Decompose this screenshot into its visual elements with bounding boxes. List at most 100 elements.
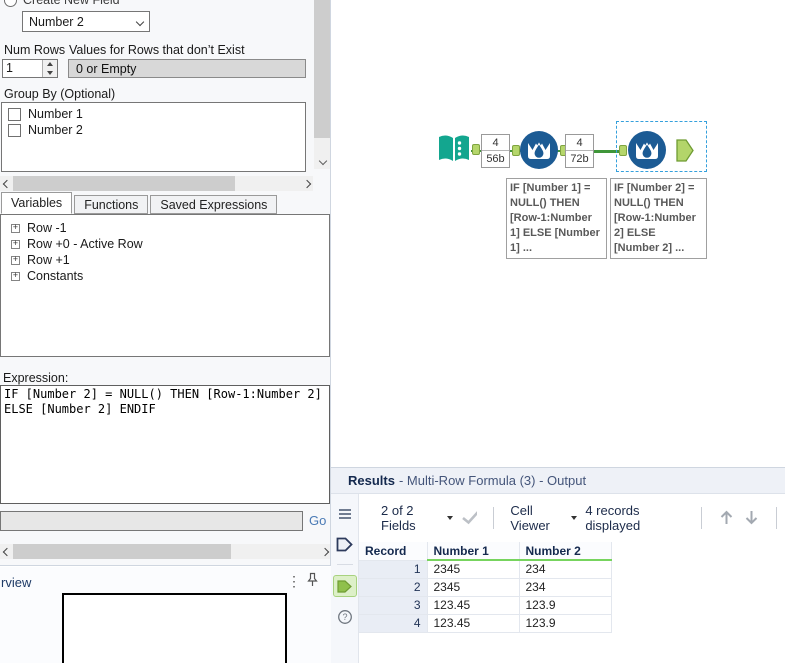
checkbox-icon[interactable]	[8, 123, 21, 137]
scroll-right-button[interactable]	[300, 176, 313, 191]
help-button[interactable]: ?	[334, 607, 356, 627]
values-for-rows-dropdown[interactable]: 0 or Empty	[68, 59, 306, 78]
divider	[701, 506, 703, 529]
output-anchor-button-active[interactable]	[332, 575, 357, 597]
data-cell[interactable]: 123.45	[426, 595, 520, 615]
connection-view-button[interactable]	[334, 534, 356, 554]
scroll-left-button[interactable]	[0, 176, 13, 191]
group-by-option-number1[interactable]: Number 1	[2, 106, 305, 122]
group-by-option-number2[interactable]: Number 2	[2, 122, 305, 138]
checkmark-icon	[461, 511, 478, 525]
scroll-right-button[interactable]	[318, 544, 330, 559]
input-data-tool[interactable]	[435, 130, 473, 168]
go-button[interactable]: Go	[309, 513, 326, 528]
column-header-number2[interactable]: Number 2	[518, 542, 612, 561]
expression-label: Expression:	[3, 371, 69, 385]
multi-row-formula-config-panel: Create New Field Number 2 Num Rows Value…	[0, 0, 331, 566]
tree-item-constants[interactable]: + Constants	[1, 268, 329, 284]
tab-functions[interactable]: Functions	[74, 195, 149, 214]
data-cell[interactable]: 2345	[426, 559, 520, 579]
data-cell[interactable]: 2345	[426, 577, 520, 597]
num-rows-stepper[interactable]: 1	[2, 59, 58, 78]
tree-item-row-minus1[interactable]: + Row -1	[1, 220, 329, 236]
column-header-number1[interactable]: Number 1	[426, 542, 520, 561]
scroll-down-button[interactable]	[743, 509, 760, 526]
kebab-menu-icon[interactable]: ⋮	[287, 574, 301, 588]
record-number-cell[interactable]: 1	[359, 559, 428, 579]
fields-dropdown[interactable]: 2 of 2 Fields	[381, 503, 453, 533]
workflow-canvas[interactable]: 4 56b 4 72b IF [Number 1] = NULL() THEN …	[331, 0, 785, 467]
data-cell[interactable]: 123.9	[518, 613, 612, 633]
spinner-up-button[interactable]	[43, 60, 57, 69]
arrow-up-icon	[47, 62, 53, 67]
connection-progress-label[interactable]: 4 72b	[565, 134, 594, 168]
scrollbar-thumb[interactable]	[314, 0, 330, 138]
data-cell[interactable]: 123.9	[518, 595, 612, 615]
expand-plus-icon[interactable]: +	[11, 223, 20, 233]
results-header: Results - Multi-Row Formula (3) - Output	[331, 468, 785, 494]
cell-viewer-dropdown[interactable]: Cell Viewer	[510, 503, 578, 533]
svg-text:?: ?	[342, 612, 347, 622]
list-icon	[338, 509, 351, 519]
output-anchor-arrow[interactable]	[676, 139, 694, 162]
new-field-dropdown-value: Number 2	[29, 14, 84, 29]
overview-panel-title: rview	[1, 575, 32, 590]
data-cell[interactable]: 234	[518, 559, 612, 579]
input-anchor[interactable]	[619, 145, 627, 156]
multi-row-formula-icon	[628, 131, 666, 169]
anchor-green-icon	[337, 579, 352, 593]
book-icon	[439, 135, 469, 161]
config-bottom-scrollbar[interactable]	[0, 544, 330, 559]
expand-plus-icon[interactable]: +	[11, 239, 20, 249]
divider	[493, 506, 495, 529]
create-new-field-radio-row[interactable]: Create New Field	[4, 0, 120, 7]
num-rows-value: 1	[6, 61, 13, 75]
record-number-cell[interactable]: 2	[359, 577, 428, 597]
tool-annotation[interactable]: IF [Number 1] = NULL() THEN [Row-1:Numbe…	[506, 178, 607, 259]
radio-icon[interactable]	[4, 0, 17, 7]
connection-progress-label[interactable]: 4 56b	[481, 134, 510, 168]
multi-row-formula-tool-2[interactable]	[519, 130, 559, 170]
record-number-cell[interactable]: 4	[359, 613, 428, 633]
tree-item-row-0-active[interactable]: + Row +0 - Active Row	[1, 236, 329, 252]
grid-row: 1 2345 234	[359, 559, 612, 579]
output-anchor[interactable]	[472, 144, 480, 155]
function-search-input[interactable]	[0, 511, 303, 531]
messages-list-button[interactable]	[334, 504, 356, 524]
pin-icon[interactable]	[306, 572, 319, 592]
tree-item-row-plus1[interactable]: + Row +1	[1, 252, 329, 268]
multi-row-formula-tool-3[interactable]	[627, 130, 667, 170]
checkbox-icon[interactable]	[8, 107, 21, 121]
data-cell[interactable]: 123.45	[426, 613, 520, 633]
record-number-cell[interactable]: 3	[359, 595, 428, 615]
data-cell[interactable]: 234	[518, 577, 612, 597]
column-header-record[interactable]: Record	[359, 542, 428, 561]
overview-viewport[interactable]	[62, 593, 287, 663]
config-vertical-scrollbar[interactable]	[314, 0, 330, 169]
config-horizontal-scrollbar[interactable]	[0, 176, 313, 191]
tab-saved-expressions[interactable]: Saved Expressions	[150, 195, 278, 214]
results-title: Results	[348, 473, 395, 488]
tool-annotation[interactable]: IF [Number 2] = NULL() THEN [Row-1:Numbe…	[610, 178, 707, 259]
chevron-left-icon	[2, 547, 11, 556]
scrollbar-thumb[interactable]	[13, 544, 231, 559]
divider	[336, 564, 353, 565]
scroll-up-button[interactable]	[718, 509, 735, 526]
expression-editor[interactable]: IF [Number 2] = NULL() THEN [Row-1:Numbe…	[0, 385, 330, 504]
values-dropdown-value: 0 or Empty	[76, 61, 137, 76]
chevron-down-icon	[135, 17, 145, 26]
records-displayed-text: 4 records displayed	[585, 502, 641, 533]
expand-plus-icon[interactable]: +	[11, 271, 20, 281]
arrow-up-icon	[720, 510, 733, 524]
expression-tabs: Variables Functions Saved Expressions	[1, 192, 278, 214]
alteryx-designer-window: Create New Field Number 2 Num Rows Value…	[0, 0, 785, 663]
scroll-down-button[interactable]	[314, 153, 330, 169]
results-grid: Record Number 1 Number 2 1 2345 234 2 23…	[359, 542, 612, 633]
scroll-left-button[interactable]	[0, 544, 13, 559]
spinner-down-button[interactable]	[43, 69, 57, 78]
tab-variables[interactable]: Variables	[1, 192, 73, 214]
scrollbar-thumb[interactable]	[13, 176, 235, 191]
new-field-dropdown[interactable]: Number 2	[22, 11, 150, 32]
chevron-down-icon	[318, 156, 327, 166]
expand-plus-icon[interactable]: +	[11, 255, 20, 265]
